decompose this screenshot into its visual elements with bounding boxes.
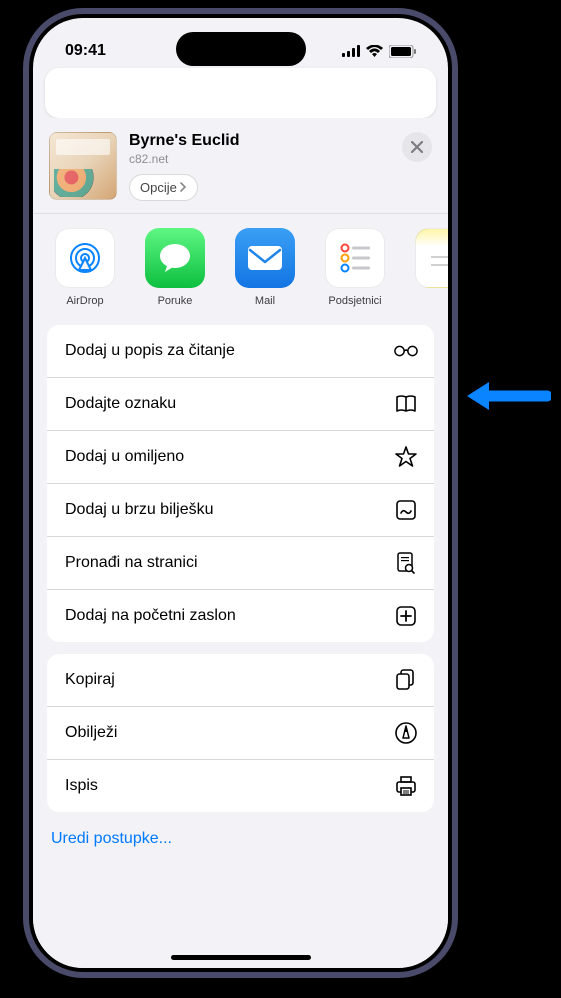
phone-bezel: 09:41 Byrne <box>29 14 452 972</box>
edit-actions-link[interactable]: Uredi postupke... <box>33 824 448 868</box>
glasses-icon <box>394 339 418 363</box>
share-app-notes[interactable] <box>411 228 448 307</box>
mail-icon <box>235 228 295 288</box>
notes-icon <box>415 228 448 288</box>
action-label: Pronađi na stranici <box>65 554 198 572</box>
action-print[interactable]: Ispis <box>47 760 434 812</box>
app-label: Mail <box>255 295 275 307</box>
action-label: Dodajte oznaku <box>65 395 176 413</box>
action-label: Kopiraj <box>65 671 115 689</box>
action-markup[interactable]: Obilježi <box>47 707 434 760</box>
airdrop-icon <box>55 228 115 288</box>
quicknote-icon <box>394 498 418 522</box>
header-text: Byrne's Euclid c82.net Opcije <box>129 132 390 201</box>
action-add-favorite[interactable]: Dodaj u omiljeno <box>47 431 434 484</box>
action-add-quick-note[interactable]: Dodaj u brzu bilješku <box>47 484 434 537</box>
action-add-reading-list[interactable]: Dodaj u popis za čitanje <box>47 325 434 378</box>
print-icon <box>394 774 418 798</box>
share-apps-row[interactable]: AirDrop Poruke Mail <box>33 214 448 321</box>
action-label: Ispis <box>65 777 98 795</box>
screen: 09:41 Byrne <box>33 18 448 968</box>
action-label: Obilježi <box>65 724 117 742</box>
messages-icon <box>145 228 205 288</box>
close-button[interactable] <box>402 132 432 162</box>
app-label: Podsjetnici <box>328 295 381 307</box>
action-add-home-screen[interactable]: Dodaj na početni zaslon <box>47 590 434 642</box>
action-label: Dodaj u popis za čitanje <box>65 342 235 360</box>
star-icon <box>394 445 418 469</box>
share-sheet: Byrne's Euclid c82.net Opcije <box>33 118 448 968</box>
page-domain: c82.net <box>129 152 390 166</box>
copy-icon <box>394 668 418 692</box>
options-label: Opcije <box>140 180 177 195</box>
dynamic-island <box>176 32 306 66</box>
home-indicator[interactable] <box>171 955 311 960</box>
options-button[interactable]: Opcije <box>129 174 198 201</box>
share-app-messages[interactable]: Poruke <box>141 228 209 307</box>
page-title: Byrne's Euclid <box>129 132 390 150</box>
reminders-icon <box>325 228 385 288</box>
app-label: AirDrop <box>66 295 103 307</box>
background-tab <box>45 68 436 118</box>
phone-frame: 09:41 Byrne <box>23 8 458 978</box>
share-app-mail[interactable]: Mail <box>231 228 299 307</box>
cellular-signal-icon <box>342 45 360 57</box>
action-copy[interactable]: Kopiraj <box>47 654 434 707</box>
annotation-arrow <box>463 379 551 413</box>
share-app-reminders[interactable]: Podsjetnici <box>321 228 389 307</box>
actions-scroll[interactable]: Dodaj u popis za čitanje Dodajte oznaku <box>33 321 448 968</box>
addhome-icon <box>394 604 418 628</box>
book-icon <box>394 392 418 416</box>
page-thumbnail <box>49 132 117 200</box>
battery-icon <box>389 45 416 58</box>
action-group-1: Dodaj u popis za čitanje Dodajte oznaku <box>47 325 434 642</box>
close-icon <box>411 141 423 153</box>
status-icons <box>342 45 416 58</box>
action-find-on-page[interactable]: Pronađi na stranici <box>47 537 434 590</box>
action-label: Dodaj na početni zaslon <box>65 607 236 625</box>
action-label: Dodaj u omiljeno <box>65 448 184 466</box>
share-app-airdrop[interactable]: AirDrop <box>51 228 119 307</box>
action-label: Dodaj u brzu bilješku <box>65 501 214 519</box>
chevron-right-icon <box>179 180 187 195</box>
wifi-icon <box>366 45 383 57</box>
markup-icon <box>394 721 418 745</box>
status-time: 09:41 <box>65 42 106 60</box>
app-label: Poruke <box>158 295 193 307</box>
find-icon <box>394 551 418 575</box>
share-sheet-header: Byrne's Euclid c82.net Opcije <box>33 118 448 214</box>
action-group-2: Kopiraj Obilježi Ispis <box>47 654 434 812</box>
action-add-bookmark[interactable]: Dodajte oznaku <box>47 378 434 431</box>
